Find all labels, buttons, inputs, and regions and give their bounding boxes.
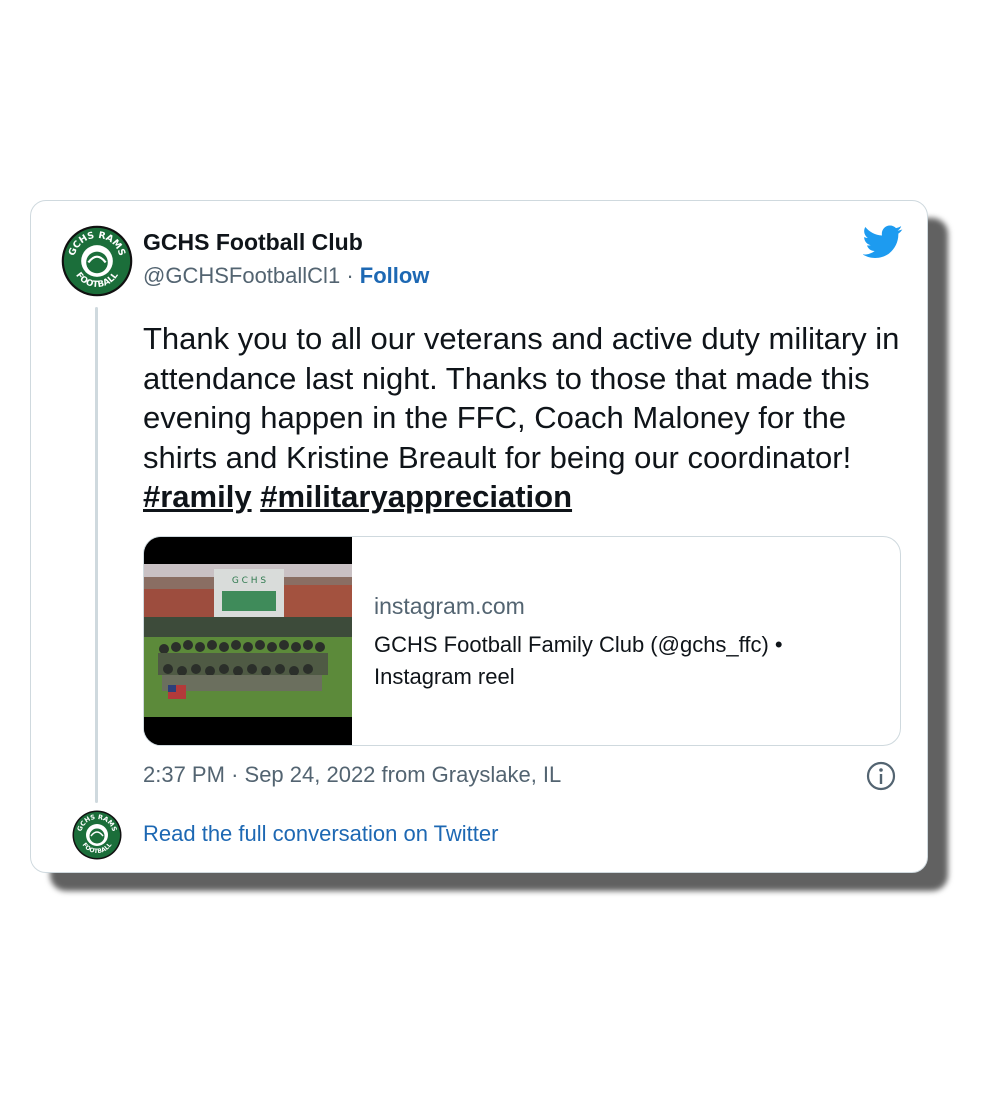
link-thumbnail[interactable]: G C H S <box>144 537 352 745</box>
tweet-date[interactable]: Sep 24, 2022 <box>245 762 376 787</box>
handle-row: @GCHSFootballCl1 · Follow <box>143 263 429 289</box>
read-full-conversation-link[interactable]: Read the full conversation on Twitter <box>143 821 498 847</box>
twitter-bird-icon[interactable] <box>863 225 903 259</box>
follow-button[interactable]: Follow <box>360 263 430 288</box>
tweet-embed-card: GCHS RAMS FOOTBALL GCHS Football Club @G… <box>30 200 928 873</box>
tweet-time[interactable]: 2:37 PM <box>143 762 225 787</box>
meta-separator: · <box>231 762 239 787</box>
tweet-text: Thank you to all our veterans and active… <box>143 319 913 517</box>
thread-line <box>95 307 98 803</box>
tweet-metadata: 2:37 PM · Sep 24, 2022 from Grayslake, I… <box>143 762 561 788</box>
team-photo-image: G C H S <box>144 537 352 745</box>
account-handle[interactable]: @GCHSFootballCl1 <box>143 263 340 288</box>
tweet-location: from Grayslake, IL <box>381 762 562 787</box>
hashtag-link[interactable]: #militaryappreciation <box>260 479 572 514</box>
tweet-body: Thank you to all our veterans and active… <box>143 321 900 475</box>
account-avatar-small[interactable]: GCHS RAMS FOOTBALL <box>72 810 122 860</box>
info-icon[interactable] <box>865 760 897 792</box>
account-name[interactable]: GCHS Football Club <box>143 229 363 256</box>
handle-separator: · <box>346 263 354 288</box>
link-preview-card[interactable]: G C H S instagram.com GCHS Football Fami… <box>143 536 901 746</box>
link-domain: instagram.com <box>374 593 525 619</box>
link-title[interactable]: GCHS Football Family Club (@gchs_ffc) • … <box>374 629 874 693</box>
building-sign: G C H S <box>232 576 267 586</box>
account-avatar[interactable]: GCHS RAMS FOOTBALL <box>61 225 133 297</box>
hashtag-link[interactable]: #ramily <box>143 479 252 514</box>
